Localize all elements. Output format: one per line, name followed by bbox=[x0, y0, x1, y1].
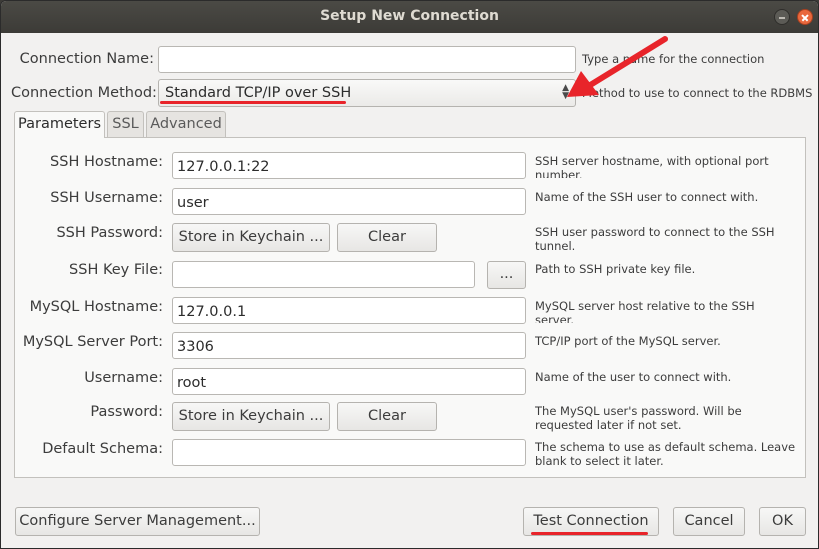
mysql-port-input[interactable]: 3306 bbox=[172, 332, 526, 359]
close-icon[interactable] bbox=[797, 9, 813, 25]
title-bar: Setup New Connection bbox=[1, 1, 818, 33]
store-keychain-button[interactable]: Store in Keychain ... bbox=[172, 402, 330, 431]
browse-keyfile-button[interactable]: ... bbox=[487, 261, 526, 289]
ssh-password-label: SSH Password: bbox=[56, 225, 163, 241]
connection-name-input[interactable] bbox=[158, 46, 576, 73]
connection-method-value: Standard TCP/IP over SSH bbox=[165, 85, 352, 101]
ssh-username-hint: Name of the SSH user to connect with. bbox=[535, 190, 759, 204]
ssh-keyfile-label: SSH Key File: bbox=[69, 262, 163, 278]
ssh-keyfile-input[interactable] bbox=[172, 261, 475, 288]
configure-server-management-button[interactable]: Configure Server Management... bbox=[15, 507, 260, 536]
ssh-username-label: SSH Username: bbox=[50, 190, 163, 206]
ssh-keyfile-hint: Path to SSH private key file. bbox=[535, 262, 696, 276]
password-hint: The MySQL user's password. Will be reque… bbox=[535, 404, 742, 432]
connection-name-label: Connection Name: bbox=[19, 51, 154, 67]
ssh-clear-password-button[interactable]: Clear bbox=[337, 223, 437, 252]
password-label: Password: bbox=[90, 404, 163, 420]
mysql-hostname-label: MySQL Hostname: bbox=[29, 299, 163, 315]
ssh-hostname-label: SSH Hostname: bbox=[50, 154, 163, 170]
username-label: Username: bbox=[84, 370, 163, 386]
minimize-icon[interactable] bbox=[774, 9, 790, 25]
mysql-port-label: MySQL Server Port: bbox=[22, 334, 163, 350]
test-connection-underline-annotation bbox=[531, 532, 648, 535]
ssh-store-keychain-button[interactable]: Store in Keychain ... bbox=[172, 223, 330, 252]
tab-advanced[interactable]: Advanced bbox=[146, 111, 226, 137]
connection-method-label: Connection Method: bbox=[11, 85, 157, 101]
default-schema-label: Default Schema: bbox=[42, 441, 163, 457]
default-schema-hint: The schema to use as default schema. Lea… bbox=[535, 440, 796, 466]
mysql-hostname-hint: MySQL server host relative to the SSH se… bbox=[535, 299, 755, 323]
window-title: Setup New Connection bbox=[320, 8, 499, 24]
cancel-button[interactable]: Cancel bbox=[673, 507, 745, 536]
tab-ssl[interactable]: SSL bbox=[107, 111, 144, 137]
mysql-port-hint: TCP/IP port of the MySQL server. bbox=[535, 334, 721, 348]
mysql-hostname-input[interactable]: 127.0.0.1 bbox=[172, 297, 526, 324]
setup-connection-dialog: Setup New Connection Connection Name: Ty… bbox=[0, 0, 819, 549]
tab-parameters[interactable]: Parameters bbox=[14, 111, 105, 138]
ok-button[interactable]: OK bbox=[759, 507, 806, 536]
default-schema-input[interactable] bbox=[172, 439, 526, 466]
ssh-username-input[interactable]: user bbox=[172, 188, 526, 215]
ssh-password-hint: SSH user password to connect to the SSH … bbox=[535, 225, 775, 253]
clear-password-button[interactable]: Clear bbox=[337, 402, 437, 431]
ssh-hostname-hint: SSH server hostname, with optional port … bbox=[535, 154, 769, 178]
username-input[interactable]: root bbox=[172, 368, 526, 395]
red-arrow-annotation bbox=[567, 36, 668, 97]
username-hint: Name of the user to connect with. bbox=[535, 370, 732, 384]
ssh-hostname-input[interactable]: 127.0.0.1:22 bbox=[172, 152, 526, 179]
method-underline-annotation bbox=[160, 101, 346, 104]
